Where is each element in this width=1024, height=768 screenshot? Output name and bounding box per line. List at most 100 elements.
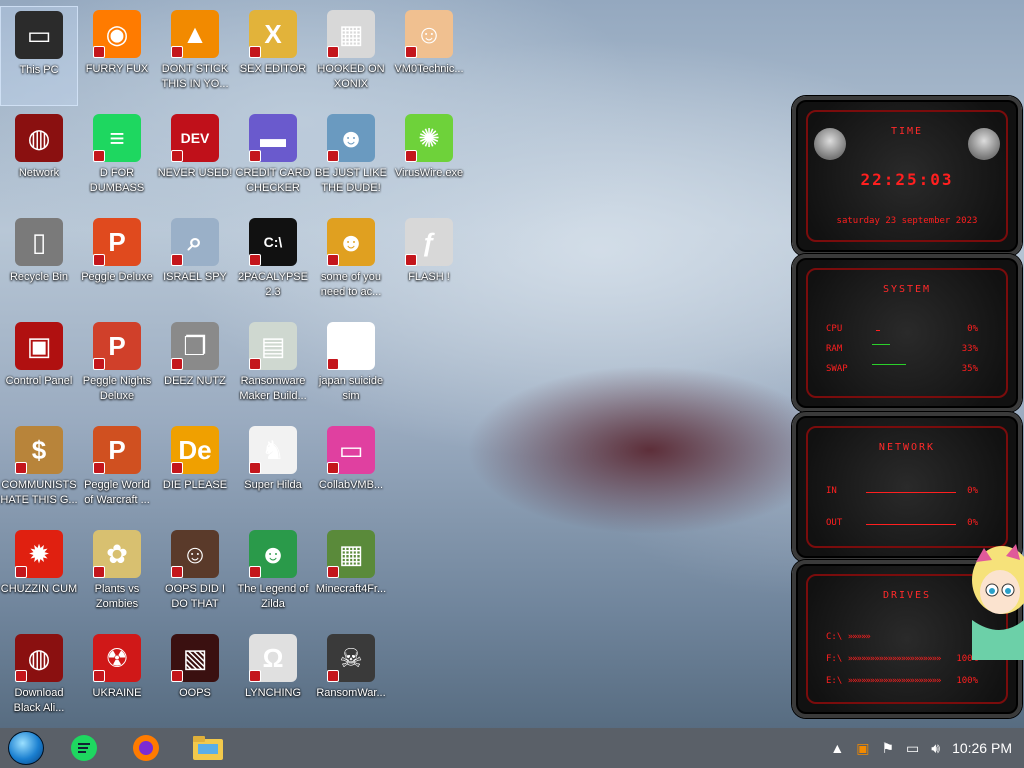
desktop-icon[interactable]: P Peggle Nights Deluxe [78,318,156,418]
desktop-icon[interactable]: ☺ VM0Technic... [390,6,468,106]
hilda-icon: ♞ [249,426,297,474]
desktop-icon[interactable]: C:\ 2PACALYPSE 2.3 [234,214,312,314]
desktop-icon[interactable]: ❐ DEEZ NUTZ [156,318,234,418]
desktop-icon-label: Minecraft4Fr... [315,583,387,595]
drive-c-label: C:\ [826,632,843,642]
desktop-icon-label: RansomWar... [316,687,386,699]
desktop-icon-label: DONT STICK THIS IN YO... [161,63,229,90]
shortcut-badge-icon [93,670,105,682]
lime-icon: ✺ [405,114,453,162]
recycle-bin-icon: ▯ [15,218,63,266]
start-button[interactable] [8,731,44,765]
desktop-icon[interactable]: De DIE PLEASE [156,422,234,522]
desktop-icon[interactable]: ▬ CREDIT CARD CHECKER [234,110,312,210]
net-in-value: 0% [967,486,978,496]
desktop-icon[interactable]: Ω LYNCHING [234,630,312,730]
volume-icon[interactable]: 🔊︎ [931,740,940,757]
desktop-icon[interactable]: P Peggle Deluxe [78,214,156,314]
desktop-icon[interactable]: ≡ D FOR DUMBASS [78,110,156,210]
desktop-icon[interactable]: ☺ OOPS DID I DO THAT [156,526,234,626]
desktop-icon[interactable]: ◉ FURRY FUX [78,6,156,106]
shortcut-badge-icon [15,462,27,474]
shortcut-badge-icon [249,46,261,58]
desktop-icon-label: FLASH ! [408,271,450,283]
shortcut-badge-icon [171,46,183,58]
app-tray-icon[interactable]: ▣ [856,740,869,757]
desktop-icon[interactable]: ▯ Recycle Bin [0,214,78,314]
desktop-icon[interactable]: ☻ some of you need to ac... [312,214,390,314]
taskbar-clock[interactable]: 10:26 PM [952,740,1012,756]
desktop-icon-label: Network [18,167,60,179]
desktop-icon[interactable]: ⌕ ISRAEL SPY [156,214,234,314]
cpu-bar [876,330,880,331]
ram-label: RAM [826,344,843,354]
desktop-icon-label: DIE PLEASE [162,479,228,491]
network-flag-icon[interactable]: ⚑ [881,740,894,757]
desktop-icon[interactable]: P Peggle World of Warcraft ... [78,422,156,522]
devcpp-icon: DEV [171,114,219,162]
drive-f-label: F:\ [826,654,843,664]
desktop-icon[interactable]: ▣ Control Panel [0,318,78,418]
desktop-icon-label: HOOKED ON XONIX [317,63,385,90]
desktop-icon[interactable]: ☻ BE JUST LIKE THE DUDE! [312,110,390,210]
desktop-icon[interactable]: ☻ The Legend of Zilda [234,526,312,626]
taskbar-app-explorer[interactable] [192,732,224,764]
desktop-icon[interactable]: ☠ RansomWar... [312,630,390,730]
desktop-icon[interactable]: ✿ Plants vs Zombies [78,526,156,626]
shortcut-badge-icon [249,254,261,266]
peggle-icon: P [93,218,141,266]
desktop-icon[interactable]: ⁂ japan suicide sim [312,318,390,418]
net-out-label: OUT [826,518,843,528]
desktop-icon-label: 2PACALYPSE 2.3 [238,271,308,298]
taskbar-app-firefox[interactable] [130,732,162,764]
desktop-icon[interactable]: ƒ FLASH ! [390,214,468,314]
money-bag-icon: $ [15,426,63,474]
shortcut-badge-icon [93,566,105,578]
desktop-icon[interactable]: ☢ UKRAINE [78,630,156,730]
ram-row: RAM 33% [826,344,978,354]
computer-icon: ▭ [15,11,63,59]
desktop-icon-label: NEVER USED! [157,167,233,179]
desktop-icon[interactable]: X SEX EDITOR [234,6,312,106]
de-icon: De [171,426,219,474]
display-icon[interactable]: ▭ [906,740,919,757]
desktop-icon[interactable]: ◍ Download Black Ali... [0,630,78,730]
cpu-label: CPU [826,324,843,334]
desktop-icon[interactable]: ◍ Network [0,110,78,210]
message-app-icon [71,735,97,761]
desktop-icon[interactable]: $ COMMUNISTS HATE THIS G... [0,422,78,522]
desktop-icon-label: Ransomware Maker Build... [239,375,307,402]
time-panel: TIME 22:25:03 saturday 23 september 2023 [792,96,1022,256]
radiation-icon: ☢ [93,634,141,682]
shortcut-badge-icon [93,254,105,266]
desktop-icon[interactable]: ✹ CHUZZIN CUM [0,526,78,626]
dude-icon: ☻ [327,114,375,162]
desktop-icon[interactable]: ▭ This PC [0,6,78,106]
drive-e-value: 100% [956,676,978,686]
minecraft-icon: ▦ [327,530,375,578]
drive-f-row: F:\ »»»»»»»»»»»»»»»»»»»»» 100% [826,654,978,664]
shortcut-badge-icon [405,46,417,58]
time-title: TIME [890,126,924,137]
desktop-icon[interactable]: ▦ HOOKED ON XONIX [312,6,390,106]
desktop-icon[interactable]: ▭ CollabVMB... [312,422,390,522]
desktop-icon-label: CREDIT CARD CHECKER [235,167,311,194]
shortcut-badge-icon [327,462,339,474]
desktop-icon-label: FURRY FUX [85,63,149,75]
desktop-icon[interactable]: ▤ Ransomware Maker Build... [234,318,312,418]
desktop-icon[interactable]: ✺ VirusWire.exe [390,110,468,210]
shortcut-badge-icon [249,670,261,682]
desktop-icon[interactable]: ▲ DONT STICK THIS IN YO... [156,6,234,106]
net-in-row: IN 0% [826,486,978,496]
shortcut-badge-icon [93,358,105,370]
show-hidden-icons-icon[interactable]: ▲ [830,740,844,756]
swap-label: SWAP [826,364,848,374]
shortcut-badge-icon [405,150,417,162]
desktop-icon[interactable]: ▦ Minecraft4Fr... [312,526,390,626]
desktop-icon[interactable]: ♞ Super Hilda [234,422,312,522]
taskbar-app-message[interactable] [68,732,100,764]
desktop-icon-label: D FOR DUMBASS [89,167,145,194]
desktop-icon[interactable]: ▧ OOPS [156,630,234,730]
desktop-icon[interactable]: DEV NEVER USED! [156,110,234,210]
drives-title: DRIVES [882,590,932,601]
